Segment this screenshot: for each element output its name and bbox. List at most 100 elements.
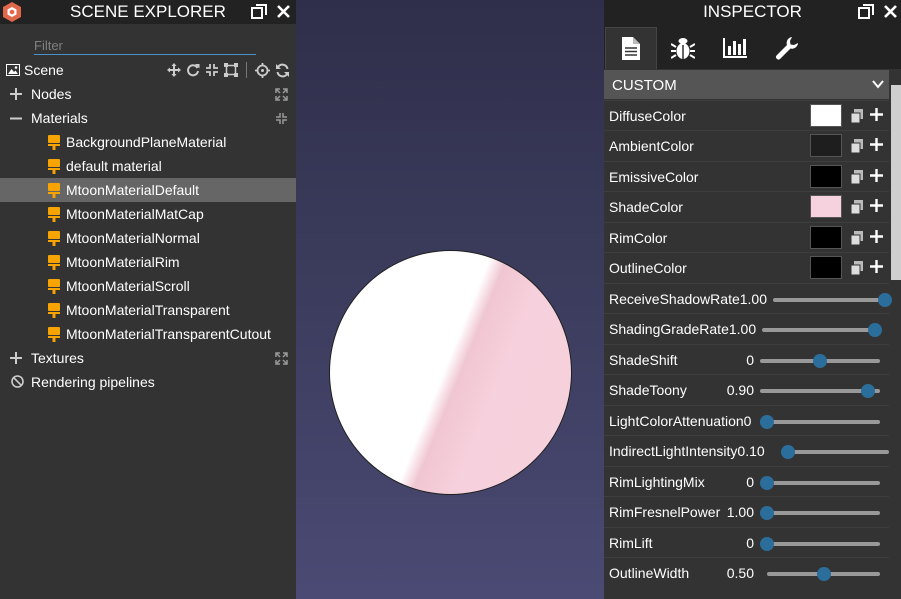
slider-track[interactable] (760, 415, 880, 429)
material-item[interactable]: MtoonMaterialNormal (0, 226, 296, 250)
scene-explorer-header: SCENE EXPLORER (0, 0, 296, 24)
scene-root-row[interactable]: Scene (0, 58, 296, 82)
slider-label: RimFresnelPower (609, 504, 721, 520)
slider-track[interactable] (760, 506, 880, 520)
scale-icon[interactable] (205, 63, 219, 77)
slider-thumb[interactable] (760, 476, 774, 490)
slider-row-rim-fresnel-power: RimFresnelPower 1.00 (604, 496, 889, 526)
collapse-minus-icon[interactable] (10, 117, 22, 120)
slider-thumb[interactable] (878, 293, 892, 307)
slider-row-receive-shadow-rate: ReceiveShadowRate1.00 (604, 283, 892, 313)
color-swatch[interactable] (810, 195, 842, 218)
expand-all-icon[interactable] (275, 352, 288, 365)
slider-track[interactable] (760, 476, 880, 490)
plus-icon[interactable] (870, 260, 883, 273)
bar-chart-icon (723, 38, 747, 58)
slider-thumb[interactable] (781, 445, 795, 459)
tab-properties[interactable] (605, 27, 657, 69)
expand-all-icon[interactable] (275, 88, 288, 101)
popout-icon[interactable] (251, 4, 267, 19)
tree-row-rendering-pipelines[interactable]: Rendering pipelines (0, 370, 296, 394)
render-viewport[interactable] (296, 0, 604, 599)
bug-icon (671, 37, 695, 59)
brush-icon (48, 135, 60, 150)
slider-track[interactable] (767, 567, 880, 581)
materials-label: Materials (31, 110, 88, 126)
textures-label: Textures (31, 350, 84, 366)
section-header-custom[interactable]: CUSTOM (604, 70, 889, 99)
tree-row-nodes[interactable]: Nodes (0, 82, 296, 106)
slider-thumb[interactable] (760, 537, 774, 551)
copy-icon[interactable] (851, 139, 863, 153)
refresh-icon[interactable] (275, 63, 290, 78)
plus-icon[interactable] (870, 138, 883, 151)
slider-track[interactable] (760, 354, 880, 368)
close-icon[interactable] (884, 5, 897, 18)
rotate-icon[interactable] (186, 63, 200, 77)
color-swatch[interactable] (810, 104, 842, 127)
scrollbar-thumb[interactable] (891, 85, 901, 280)
plus-icon[interactable] (870, 199, 883, 212)
copy-icon[interactable] (851, 109, 863, 123)
tab-statistics[interactable] (709, 27, 761, 69)
inspector-title: INSPECTOR (703, 2, 802, 21)
slider-track[interactable] (773, 293, 892, 307)
inspector-scrollbar[interactable] (889, 70, 901, 599)
material-item[interactable]: MtoonMaterialRim (0, 250, 296, 274)
slider-thumb[interactable] (760, 415, 774, 429)
plus-icon[interactable] (870, 169, 883, 182)
chevron-down-icon[interactable] (871, 77, 885, 91)
preview-sphere[interactable] (329, 250, 572, 495)
slider-thumb[interactable] (861, 384, 875, 398)
slider-track[interactable] (760, 384, 880, 398)
plus-icon[interactable] (870, 230, 883, 243)
slider-label: IndirectLightIntensity0.10 (609, 443, 765, 459)
color-swatch[interactable] (810, 226, 842, 249)
color-label: DiffuseColor (609, 108, 686, 124)
material-label: MtoonMaterialNormal (66, 230, 200, 246)
material-item[interactable]: MtoonMaterialMatCap (0, 202, 296, 226)
tree-row-textures[interactable]: Textures (0, 346, 296, 370)
slider-thumb[interactable] (868, 323, 882, 337)
tab-tools[interactable] (761, 27, 813, 69)
slider-track[interactable] (760, 537, 880, 551)
color-swatch[interactable] (810, 165, 842, 188)
close-icon[interactable] (277, 5, 290, 18)
bounding-box-icon[interactable] (224, 63, 238, 77)
rendering-pipelines-label: Rendering pipelines (31, 374, 155, 390)
slider-row-shading-grade-rate: ShadingGradeRate1.00 (604, 313, 889, 343)
popout-icon[interactable] (858, 4, 874, 19)
slider-track[interactable] (781, 445, 889, 459)
slider-label: ShadeToony (609, 382, 687, 398)
slider-thumb[interactable] (816, 567, 831, 581)
tab-debug[interactable] (657, 27, 709, 69)
copy-icon[interactable] (851, 170, 863, 184)
copy-icon[interactable] (851, 261, 863, 275)
plus-icon[interactable] (870, 108, 883, 121)
slider-thumb[interactable] (760, 506, 774, 520)
brush-icon (48, 183, 60, 198)
collapse-all-icon[interactable] (275, 112, 288, 125)
slider-label: RimLightingMix (609, 474, 705, 490)
material-item[interactable]: MtoonMaterialTransparent (0, 298, 296, 322)
expand-plus-icon[interactable] (10, 88, 22, 100)
move-icon[interactable] (167, 63, 181, 77)
color-row-rim: RimColor (604, 222, 889, 252)
color-swatch[interactable] (810, 256, 842, 279)
slider-thumb[interactable] (813, 354, 827, 368)
copy-icon[interactable] (851, 200, 863, 214)
slider-track[interactable] (762, 323, 882, 337)
filter-input[interactable] (34, 36, 256, 55)
expand-plus-icon[interactable] (10, 352, 22, 364)
material-item-selected[interactable]: MtoonMaterialDefault (0, 178, 296, 202)
copy-icon[interactable] (851, 231, 863, 245)
material-item[interactable]: BackgroundPlaneMaterial (0, 130, 296, 154)
color-swatch[interactable] (810, 134, 842, 157)
material-item[interactable]: MtoonMaterialTransparentCutout (0, 322, 296, 346)
material-item[interactable]: MtoonMaterialScroll (0, 274, 296, 298)
picker-target-icon[interactable] (255, 62, 270, 78)
material-item[interactable]: default material (0, 154, 296, 178)
material-label: MtoonMaterialRim (66, 254, 180, 270)
material-label: MtoonMaterialDefault (66, 182, 200, 198)
tree-row-materials[interactable]: Materials (0, 106, 296, 130)
